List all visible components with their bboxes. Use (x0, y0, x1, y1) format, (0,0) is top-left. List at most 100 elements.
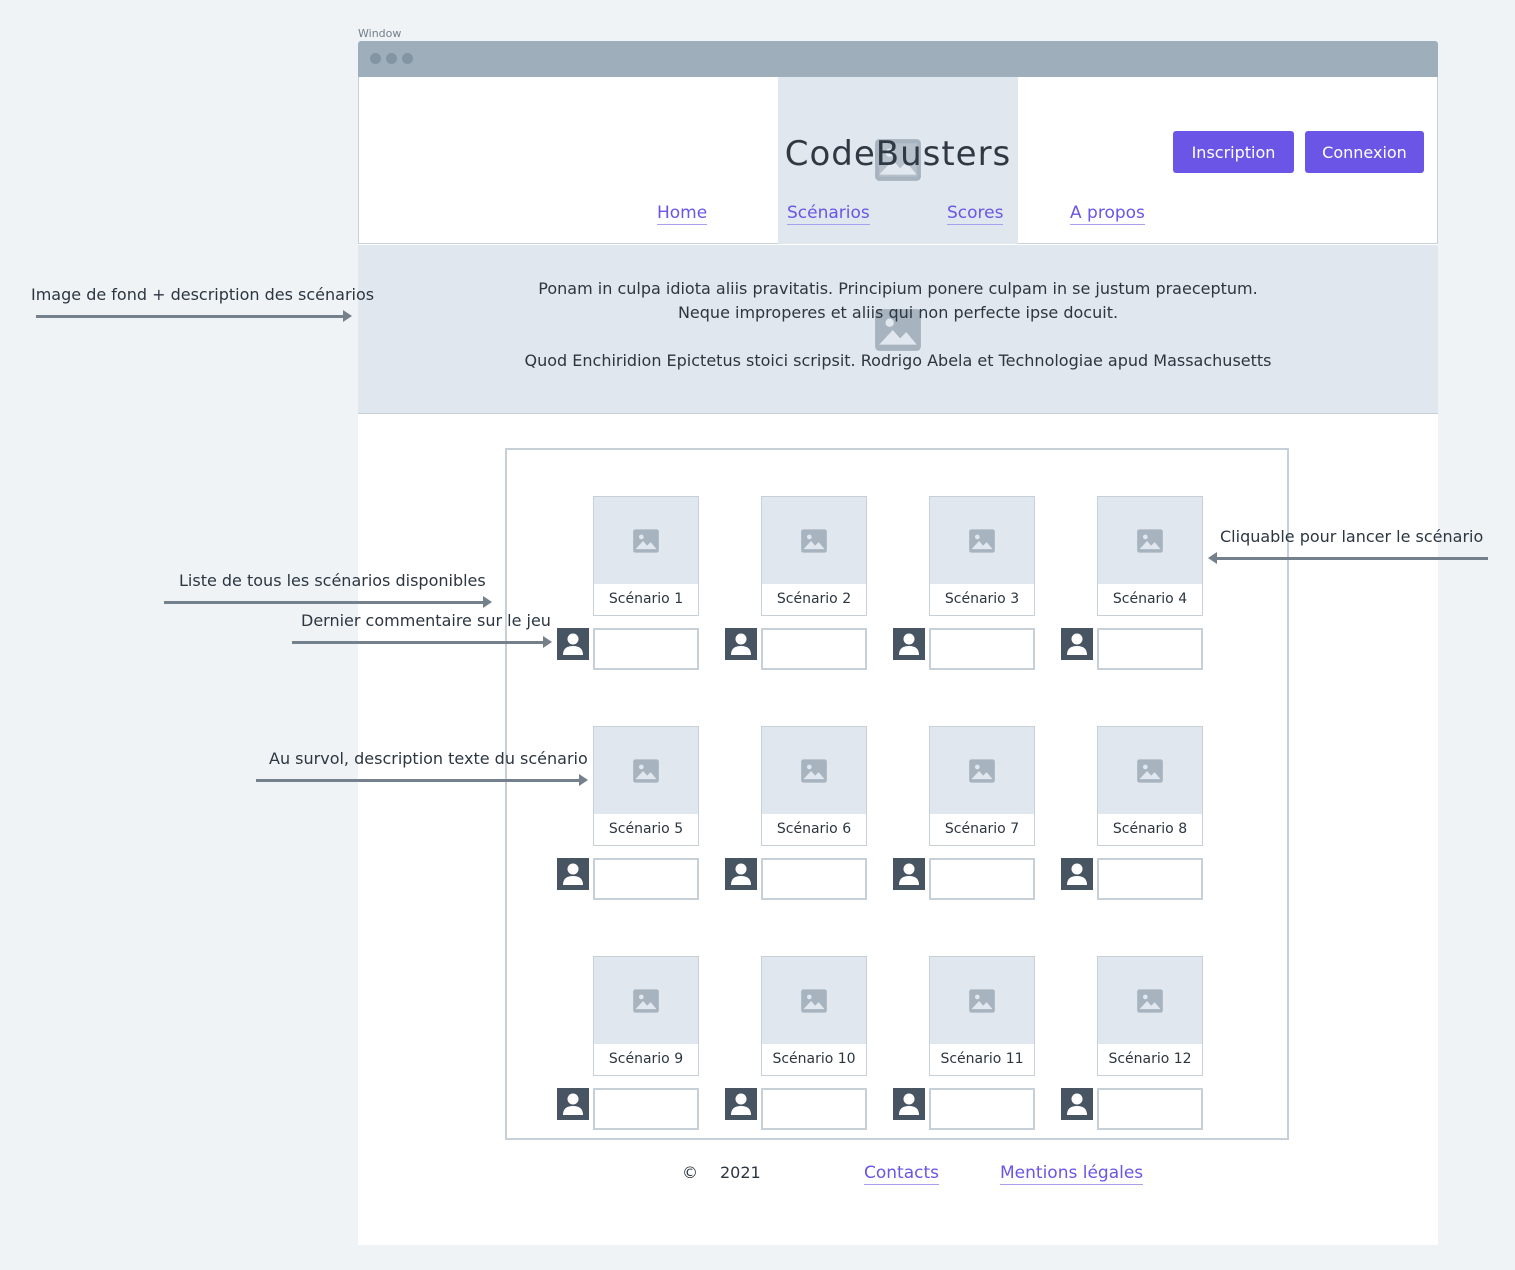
scenario-label[interactable]: Scénario 10 (761, 1044, 867, 1076)
window-dot-icon (402, 53, 413, 64)
last-comment-box (929, 1088, 1035, 1130)
user-icon (731, 1093, 751, 1115)
user-avatar (893, 628, 925, 660)
user-icon (563, 1093, 583, 1115)
footer-legal-link[interactable]: Mentions légales (1000, 1163, 1144, 1185)
user-avatar (557, 858, 589, 890)
footer-contacts-link[interactable]: Contacts (864, 1163, 939, 1185)
user-icon (731, 633, 751, 655)
user-icon (1067, 1093, 1087, 1115)
user-icon (563, 633, 583, 655)
scenario-thumbnail[interactable] (929, 956, 1035, 1044)
image-icon (1137, 989, 1163, 1013)
scenario-card[interactable]: Scénario 11 (893, 956, 1035, 1130)
annotation-arrow (256, 774, 588, 786)
last-comment-box (593, 628, 699, 670)
user-avatar (1061, 858, 1093, 890)
nav-home-link[interactable]: Home (657, 203, 708, 225)
scenario-card[interactable]: Scénario 5 (557, 726, 699, 900)
image-icon (1137, 529, 1163, 553)
annotation-list: Liste de tous les scénarios disponibles (179, 571, 486, 590)
scenario-thumbnail[interactable] (593, 496, 699, 584)
login-button[interactable]: Connexion (1305, 131, 1424, 173)
scenario-label[interactable]: Scénario 1 (593, 584, 699, 616)
image-icon (633, 759, 659, 783)
user-avatar (557, 628, 589, 660)
annotation-arrow (36, 310, 352, 322)
scenario-card[interactable]: Scénario 4 (1061, 496, 1203, 670)
image-icon (801, 759, 827, 783)
hero-text-line: Neque improperes et aliis qui non perfec… (677, 303, 1119, 322)
annotation-click: Cliquable pour lancer le scénario (1220, 527, 1484, 546)
user-icon (1067, 633, 1087, 655)
scenario-card[interactable]: Scénario 1 (557, 496, 699, 670)
nav-about-link[interactable]: A propos (1070, 203, 1145, 225)
image-icon (969, 989, 995, 1013)
scenario-thumbnail[interactable] (929, 496, 1035, 584)
scenario-thumbnail[interactable] (761, 496, 867, 584)
window-dot-icon (370, 53, 381, 64)
scenario-thumbnail[interactable] (1097, 496, 1203, 584)
scenario-card[interactable]: Scénario 12 (1061, 956, 1203, 1130)
user-icon (731, 863, 751, 885)
footer-year: 2021 (720, 1163, 761, 1182)
annotation-arrow (164, 596, 492, 608)
scenario-card[interactable]: Scénario 9 (557, 956, 699, 1130)
last-comment-box (1097, 1088, 1203, 1130)
signup-button[interactable]: Inscription (1173, 131, 1294, 173)
scenario-thumbnail[interactable] (761, 726, 867, 814)
site-logo-text[interactable]: CodeBusters (778, 134, 1018, 174)
user-icon (899, 863, 919, 885)
annotation-arrow (292, 636, 552, 648)
scenario-label[interactable]: Scénario 6 (761, 814, 867, 846)
scenario-label[interactable]: Scénario 5 (593, 814, 699, 846)
user-avatar (725, 628, 757, 660)
scenario-card[interactable]: Scénario 3 (893, 496, 1035, 670)
image-icon (633, 529, 659, 553)
last-comment-box (761, 858, 867, 900)
scenario-label[interactable]: Scénario 7 (929, 814, 1035, 846)
image-icon (969, 759, 995, 783)
image-icon (969, 529, 995, 553)
scenario-label[interactable]: Scénario 3 (929, 584, 1035, 616)
scenario-card[interactable]: Scénario 10 (725, 956, 867, 1130)
scenario-label[interactable]: Scénario 4 (1097, 584, 1203, 616)
user-avatar (725, 1088, 757, 1120)
user-avatar (1061, 628, 1093, 660)
scenario-card[interactable]: Scénario 6 (725, 726, 867, 900)
scenario-thumbnail[interactable] (929, 726, 1035, 814)
last-comment-box (929, 858, 1035, 900)
scenario-thumbnail[interactable] (593, 726, 699, 814)
nav-scores-link[interactable]: Scores (947, 203, 1004, 225)
user-avatar (1061, 1088, 1093, 1120)
image-icon (1137, 759, 1163, 783)
scenario-thumbnail[interactable] (761, 956, 867, 1044)
scenario-label[interactable]: Scénario 9 (593, 1044, 699, 1076)
scenario-label[interactable]: Scénario 8 (1097, 814, 1203, 846)
last-comment-box (929, 628, 1035, 670)
window-dot-icon (386, 53, 397, 64)
hero-banner: Ponam in culpa idiota aliis pravitatis. … (358, 245, 1438, 414)
window-title-bar (358, 41, 1438, 77)
last-comment-box (1097, 628, 1203, 670)
annotation-arrow (1208, 552, 1488, 564)
scenario-thumbnail[interactable] (1097, 956, 1203, 1044)
scenario-thumbnail[interactable] (593, 956, 699, 1044)
image-icon (633, 989, 659, 1013)
image-icon (801, 989, 827, 1013)
user-icon (563, 863, 583, 885)
scenario-card[interactable]: Scénario 8 (1061, 726, 1203, 900)
hero-text-line: Ponam in culpa idiota aliis pravitatis. … (538, 279, 1258, 298)
scenario-card[interactable]: Scénario 2 (725, 496, 867, 670)
scenario-label[interactable]: Scénario 12 (1097, 1044, 1203, 1076)
scenario-card[interactable]: Scénario 7 (893, 726, 1035, 900)
annotation-hero: Image de fond + description des scénario… (31, 285, 375, 304)
last-comment-box (1097, 858, 1203, 900)
scenario-label[interactable]: Scénario 11 (929, 1044, 1035, 1076)
scenario-label[interactable]: Scénario 2 (761, 584, 867, 616)
image-icon (801, 529, 827, 553)
annotation-hover: Au survol, description texte du scénario (269, 749, 588, 768)
nav-scenarios-link[interactable]: Scénarios (787, 203, 870, 225)
scenario-thumbnail[interactable] (1097, 726, 1203, 814)
last-comment-box (593, 858, 699, 900)
